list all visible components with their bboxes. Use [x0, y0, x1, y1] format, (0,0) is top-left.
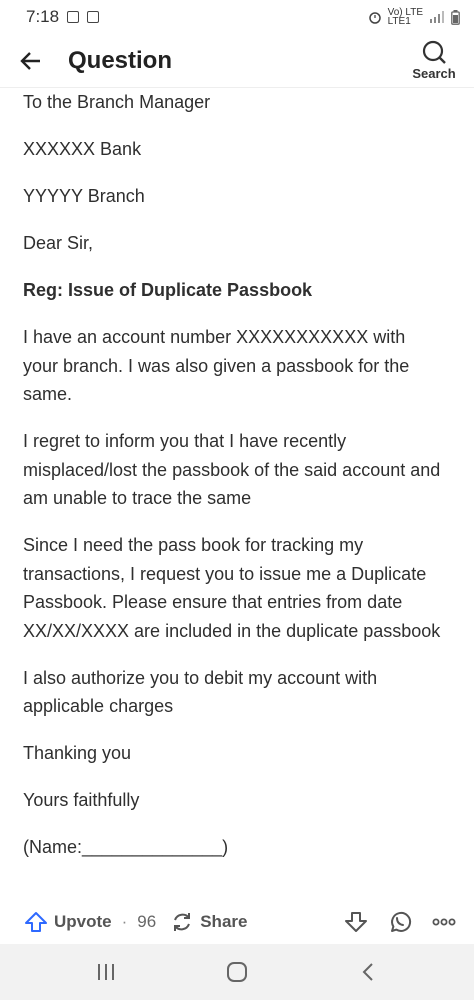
network-labels: Vo) LTE LTE1 — [387, 8, 423, 27]
share-icon — [174, 913, 191, 931]
status-bar: 7:18 Vo) LTE LTE1 — [0, 0, 474, 34]
action-bar: Upvote · 96 Share — [0, 902, 474, 942]
right-actions — [344, 910, 456, 934]
network-bottom: LTE1 — [387, 16, 411, 27]
share-label: Share — [200, 912, 248, 931]
upvote-button[interactable]: Upvote · 96 — [24, 911, 156, 933]
recent-apps-button[interactable] — [86, 952, 126, 992]
whatsapp-icon — [391, 911, 412, 932]
paragraph: Since I need the pass book for tracking … — [23, 535, 441, 641]
answer-content: To the Branch Manager XXXXXX Bank YYYYY … — [23, 88, 443, 880]
subject-line: Reg: Issue of Duplicate Passbook — [23, 280, 313, 300]
paragraph: Thanking you — [23, 743, 132, 763]
paragraph: To the Branch Manager — [23, 92, 211, 112]
share-button[interactable]: Share — [170, 910, 247, 934]
system-back-button[interactable] — [348, 952, 388, 992]
status-left: 7:18 — [26, 7, 100, 27]
status-time: 7:18 — [26, 7, 60, 26]
signal-icon — [430, 11, 444, 23]
paragraph: (Name:______________) — [23, 837, 229, 857]
search-icon — [422, 40, 446, 64]
back-button[interactable] — [14, 44, 48, 78]
paragraph: I regret to inform you that I have recen… — [23, 431, 441, 508]
arrow-left-icon — [20, 51, 40, 70]
media-notification-icon — [87, 11, 100, 23]
downvote-button[interactable] — [344, 911, 368, 933]
home-button[interactable] — [217, 952, 257, 992]
app-bar: Question Search — [0, 34, 474, 88]
upvote-count: 96 — [137, 912, 157, 931]
system-nav-bar — [0, 944, 474, 1000]
paragraph: I also authorize you to debit my account… — [23, 667, 378, 717]
paragraph: XXXXXX Bank — [23, 139, 142, 159]
paragraph: I have an account number XXXXXXXXXXX wit… — [23, 327, 410, 404]
status-right: Vo) LTE LTE1 — [368, 8, 460, 27]
alarm-icon — [368, 12, 381, 24]
gallery-notification-icon — [67, 11, 80, 23]
more-dots-icon — [432, 918, 456, 926]
downvote-arrow-icon — [345, 912, 367, 932]
paragraph: Yours faithfully — [23, 790, 140, 810]
paragraph: YYYYY Branch — [23, 186, 145, 206]
home-icon — [226, 962, 247, 982]
separator: · — [121, 912, 128, 931]
recent-apps-icon — [97, 964, 114, 980]
search-label: Search — [412, 66, 456, 81]
paragraph: Dear Sir, — [23, 233, 94, 253]
chevron-left-icon — [362, 963, 374, 981]
upvote-label: Upvote — [54, 912, 112, 931]
battery-icon — [451, 9, 460, 25]
upvote-arrow-icon — [25, 912, 47, 932]
whatsapp-button[interactable] — [388, 910, 412, 934]
page-title: Question — [68, 46, 173, 74]
search-button[interactable]: Search — [408, 40, 460, 81]
more-button[interactable] — [432, 917, 456, 927]
